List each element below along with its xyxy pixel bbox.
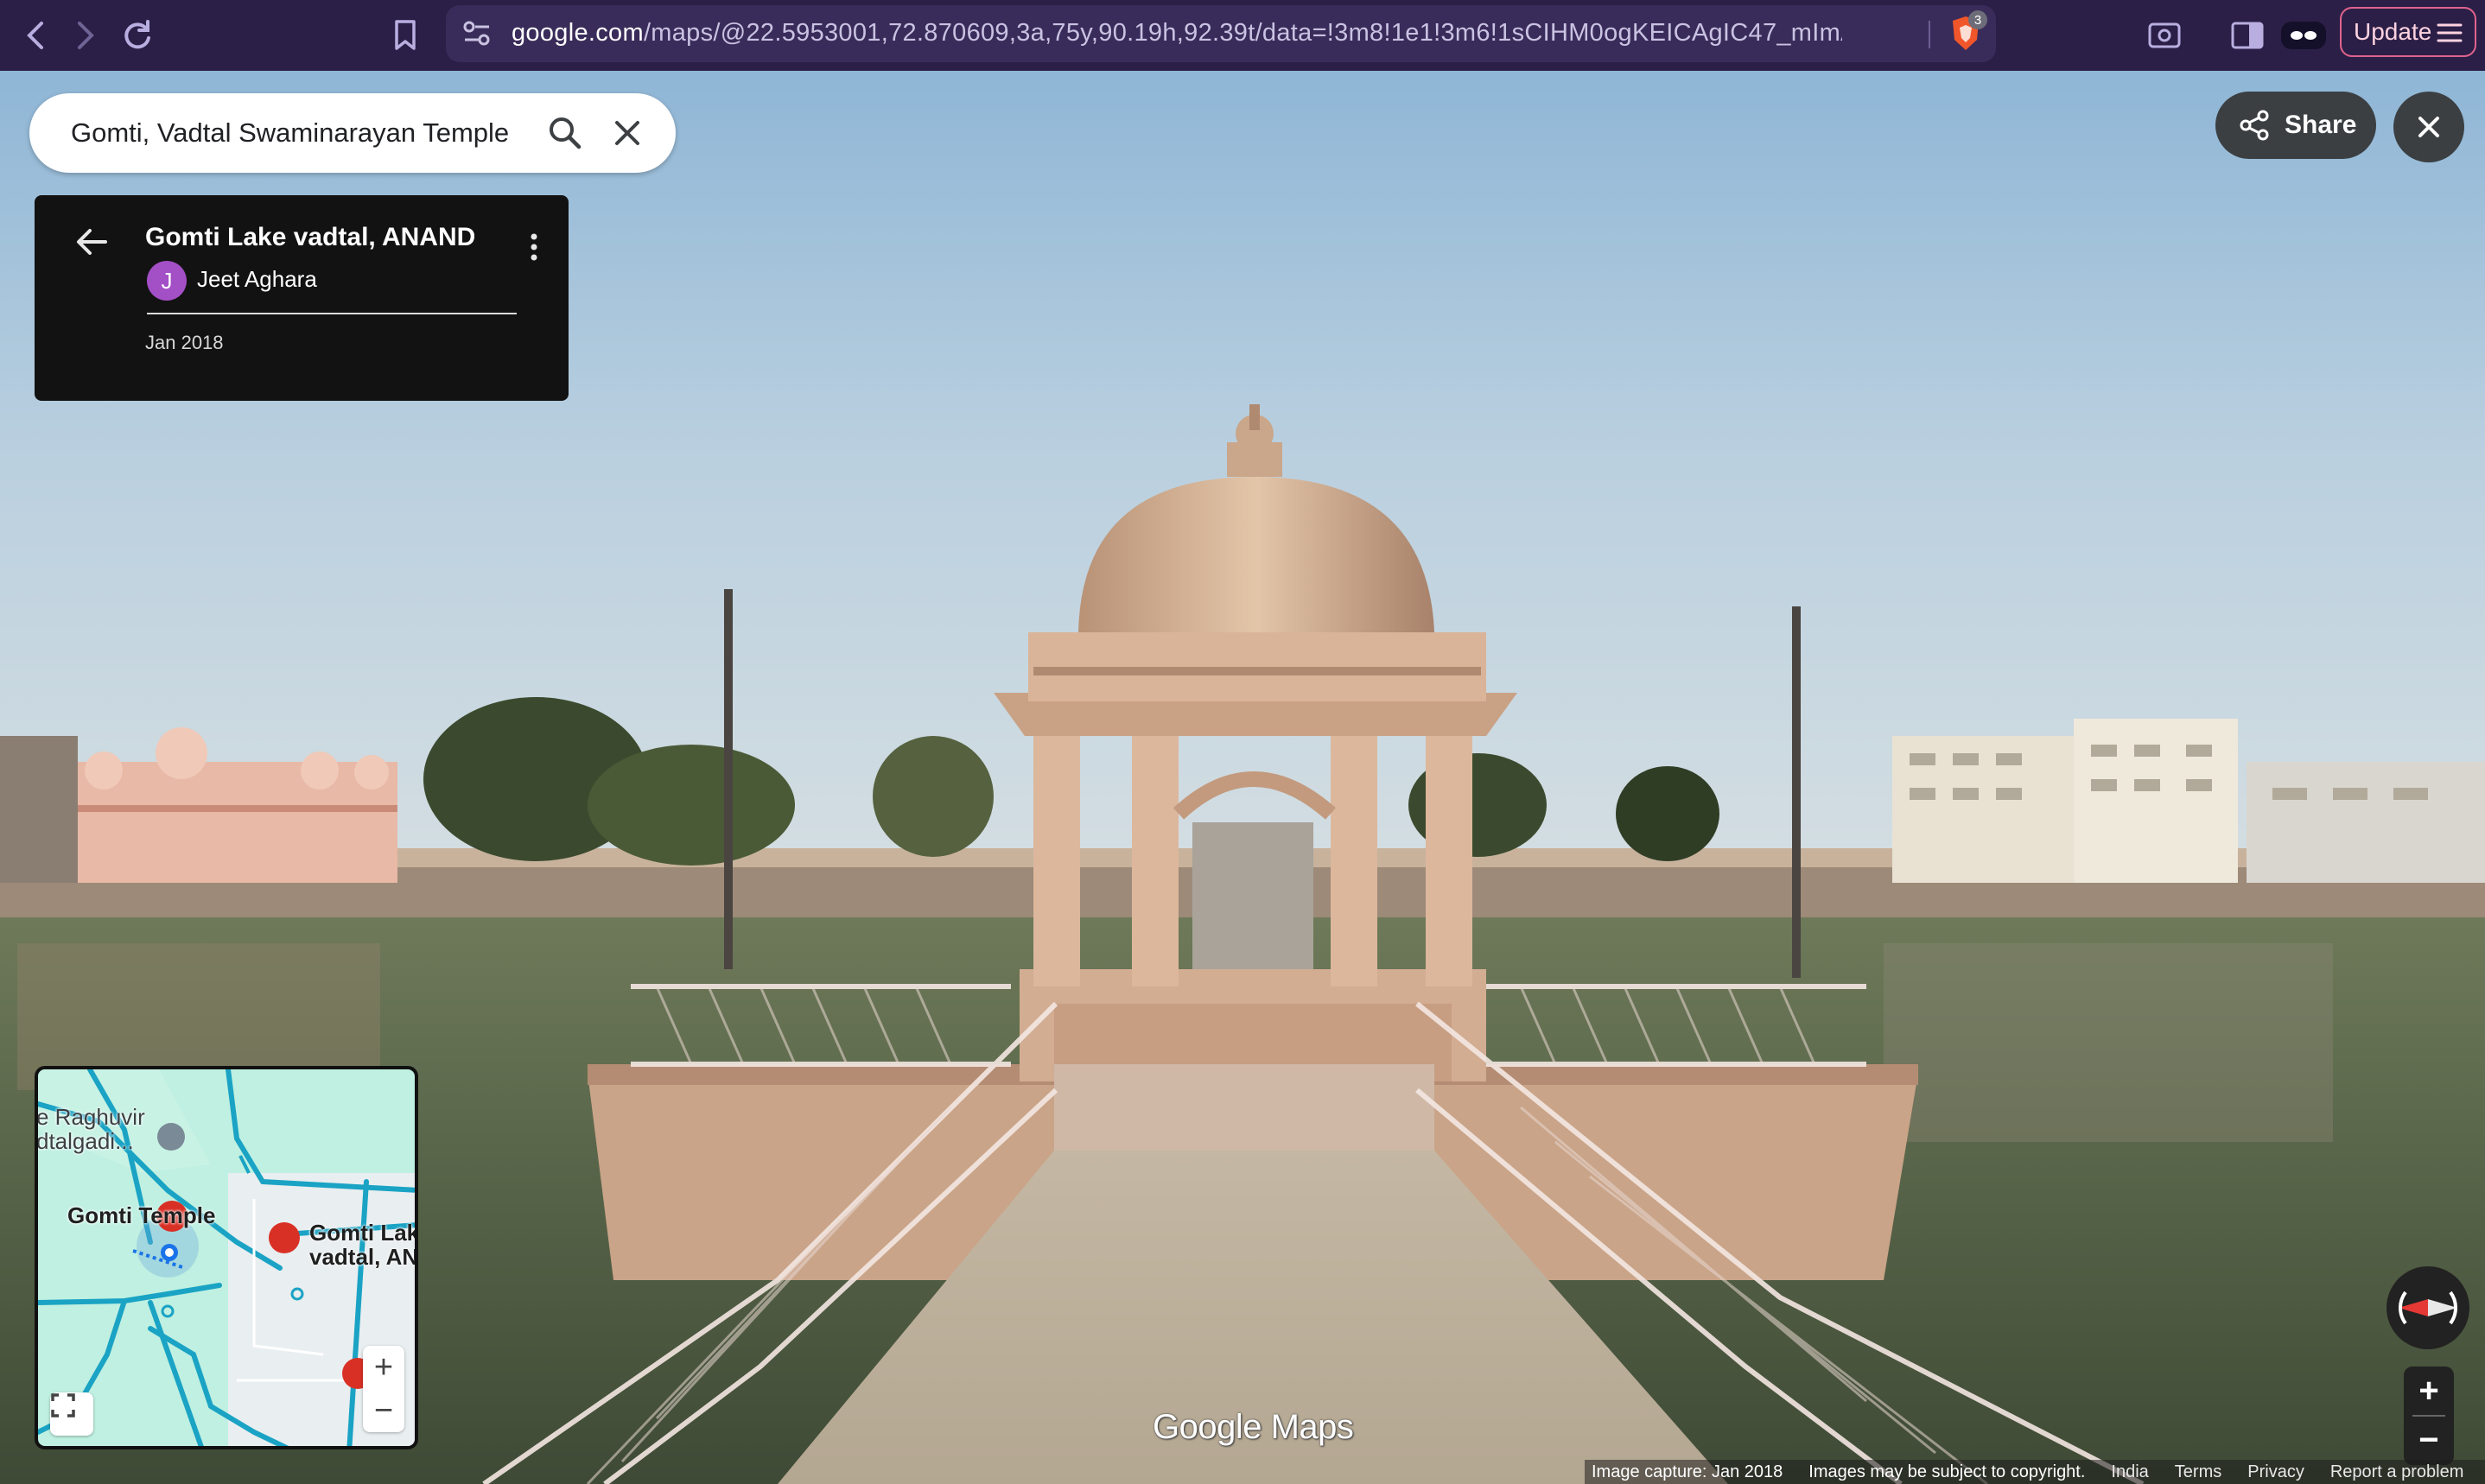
attribution-footer: Image capture: Jan 2018 Images may be su… bbox=[1585, 1460, 2485, 1484]
screenshot-icon[interactable] bbox=[2141, 12, 2188, 59]
search-icon[interactable] bbox=[544, 112, 586, 154]
browser-toolbar: google.com/maps/@22.5953001,72.870609,3a… bbox=[0, 0, 2485, 71]
menu-icon bbox=[2437, 23, 2463, 42]
map-label-raghuvir-2[interactable]: dtalgadi... bbox=[38, 1128, 134, 1155]
minimap-zoom-control: + − bbox=[363, 1346, 404, 1432]
back-arrow-icon[interactable] bbox=[71, 221, 112, 263]
image-capture-date: Image capture: Jan 2018 bbox=[1592, 1462, 1783, 1481]
google-maps-logo: Google Maps bbox=[1153, 1408, 1354, 1446]
privacy-link[interactable]: Privacy bbox=[2247, 1462, 2304, 1482]
reload-icon[interactable] bbox=[114, 12, 161, 59]
compass-button[interactable] bbox=[2386, 1266, 2469, 1349]
reader-mode-icon[interactable] bbox=[2278, 12, 2329, 59]
map-label-raghuvir-1[interactable]: e Raghuvir bbox=[38, 1104, 145, 1131]
share-button[interactable]: Share bbox=[2215, 92, 2376, 159]
report-problem-link[interactable]: Report a problem bbox=[2330, 1462, 2464, 1482]
sidebar-toggle-icon[interactable] bbox=[2224, 12, 2271, 59]
url-text: google.com/maps/@22.5953001,72.870609,3a… bbox=[512, 19, 1842, 48]
copyright-notice: Images may be subject to copyright. bbox=[1808, 1462, 2086, 1481]
compass-icon bbox=[2399, 1291, 2457, 1325]
streetview-zoom-control: + − bbox=[2404, 1367, 2454, 1465]
capture-date: Jan 2018 bbox=[145, 332, 224, 353]
brave-shield-count: 3 bbox=[1968, 10, 1987, 29]
update-button[interactable]: Update bbox=[2340, 7, 2476, 57]
zoom-out-button[interactable]: − bbox=[2404, 1416, 2454, 1465]
update-label: Update bbox=[2354, 18, 2432, 45]
search-input[interactable] bbox=[71, 114, 529, 152]
expand-map-button[interactable] bbox=[50, 1392, 93, 1436]
country-link[interactable]: India bbox=[2111, 1462, 2148, 1482]
fullscreen-icon bbox=[51, 1393, 75, 1417]
share-label: Share bbox=[2285, 111, 2357, 139]
minimap-zoom-out-button[interactable]: − bbox=[363, 1389, 404, 1432]
avatar[interactable]: J bbox=[147, 261, 187, 301]
close-icon[interactable] bbox=[608, 114, 646, 152]
minimap-zoom-in-button[interactable]: + bbox=[363, 1346, 404, 1389]
map-label-gomti-temple[interactable]: Gomti Temple bbox=[67, 1202, 215, 1229]
address-bar[interactable]: google.com/maps/@22.5953001,72.870609,3a… bbox=[446, 5, 1996, 62]
place-title: Gomti Lake vadtal, ANAND bbox=[145, 223, 476, 251]
url-path: /maps/@22.5953001,72.870609,3a,75y,90.19… bbox=[643, 19, 1842, 47]
terms-link[interactable]: Terms bbox=[2175, 1462, 2221, 1482]
zoom-in-button[interactable]: + bbox=[2404, 1367, 2454, 1416]
url-divider bbox=[1929, 21, 1930, 48]
zoom-divider bbox=[2412, 1415, 2445, 1417]
author-name[interactable]: Jeet Aghara bbox=[197, 266, 317, 293]
card-divider bbox=[147, 313, 517, 314]
close-streetview-button[interactable] bbox=[2393, 92, 2464, 162]
search-box bbox=[29, 93, 676, 173]
close-icon bbox=[2418, 117, 2439, 137]
back-icon[interactable] bbox=[12, 12, 59, 59]
photo-info-card: Gomti Lake vadtal, ANAND J Jeet Aghara J… bbox=[35, 195, 569, 401]
share-icon bbox=[2240, 110, 2269, 141]
more-options-icon[interactable] bbox=[524, 226, 544, 268]
bookmark-icon[interactable] bbox=[382, 12, 429, 59]
url-host: google.com bbox=[512, 19, 644, 47]
map-label-gomti-lake-2[interactable]: vadtal, AN bbox=[309, 1244, 415, 1271]
map-label-gomti-lake-1[interactable]: Gomti Lak bbox=[309, 1220, 415, 1246]
site-settings-icon[interactable] bbox=[461, 19, 493, 48]
forward-icon[interactable] bbox=[62, 12, 109, 59]
brave-shield-icon[interactable]: 3 bbox=[1946, 10, 1987, 54]
minimap[interactable]: e Raghuvir dtalgadi... Gomti Temple Gomt… bbox=[35, 1066, 418, 1449]
